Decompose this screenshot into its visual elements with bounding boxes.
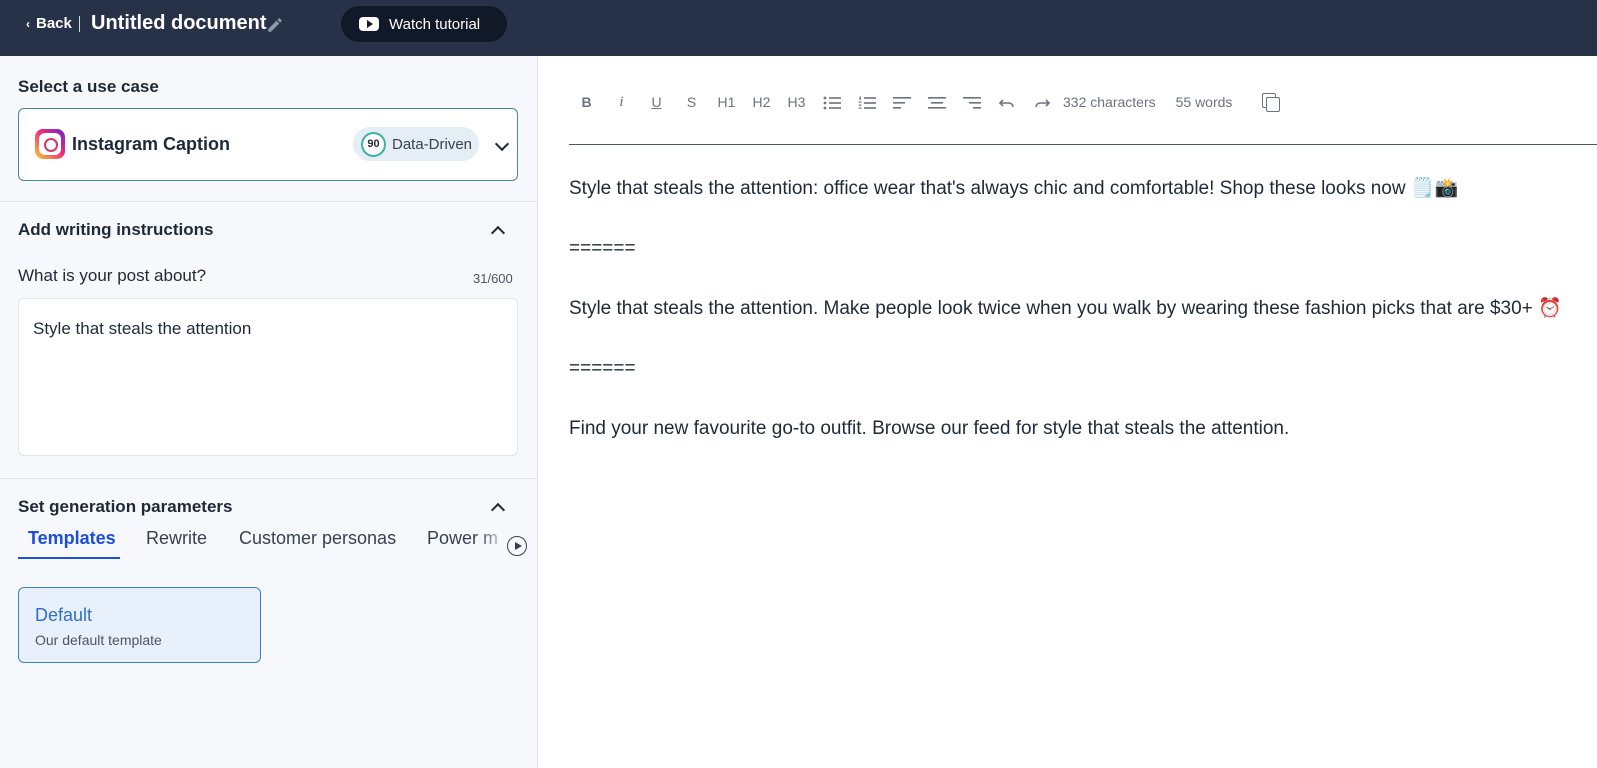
left-panel: Select a use case Instagram Caption 90 D… <box>0 56 538 768</box>
divider <box>0 201 538 202</box>
youtube-icon <box>359 17 379 31</box>
redo-icon[interactable] <box>1024 94 1059 110</box>
template-name: Default <box>35 605 93 625</box>
instructions-section-title: Add writing instructions <box>18 220 214 239</box>
editor-toolbar: B i U S H1 H2 H3 332 characters 55 words <box>569 90 1281 114</box>
chevron-up-icon[interactable] <box>490 502 506 518</box>
separator-line: ====== <box>569 358 636 379</box>
data-driven-badge: 90 Data-Driven <box>353 127 479 161</box>
paragraph: Find your new favourite go-to outfit. Br… <box>569 418 1290 439</box>
template-description: Our default template <box>35 632 162 648</box>
back-button[interactable]: ‹ Back <box>26 15 72 32</box>
post-about-label: What is your post about? <box>18 266 207 285</box>
divider <box>0 478 538 479</box>
parameters-section-title: Set generation parameters <box>18 497 233 516</box>
toolbar-divider <box>569 144 1597 145</box>
char-counter: 31/600 <box>473 271 513 286</box>
instagram-icon <box>35 129 65 159</box>
parameter-tabs: Templates Rewrite Customer personas Powe… <box>18 524 528 560</box>
numbered-list-icon[interactable] <box>849 94 884 110</box>
bold-button[interactable]: B <box>569 94 604 110</box>
active-tab-indicator <box>18 557 120 559</box>
tab-scroll-right-icon[interactable] <box>507 536 527 556</box>
align-center-icon[interactable] <box>919 94 954 110</box>
post-about-input[interactable]: Style that steals the attention <box>18 298 518 456</box>
bullet-list-icon[interactable] <box>814 94 849 110</box>
align-left-icon[interactable] <box>884 94 919 110</box>
heading3-button[interactable]: H3 <box>779 94 814 110</box>
tutorial-label: Watch tutorial <box>389 15 481 33</box>
tab-rewrite[interactable]: Rewrite <box>146 528 207 549</box>
tab-customer-personas[interactable]: Customer personas <box>239 528 396 549</box>
heading1-button[interactable]: H1 <box>709 94 744 110</box>
score-badge: 90 <box>361 131 386 157</box>
chevron-down-icon[interactable] <box>494 136 510 152</box>
paragraph: Style that steals the attention. Make pe… <box>569 298 1562 319</box>
pencil-icon[interactable] <box>266 16 284 34</box>
copy-icon[interactable] <box>1262 93 1281 112</box>
use-case-section-title: Select a use case <box>18 77 159 96</box>
word-count: 55 words <box>1175 94 1233 110</box>
use-case-select[interactable]: Instagram Caption 90 Data-Driven <box>18 108 518 181</box>
underline-button[interactable]: U <box>639 94 674 110</box>
character-count: 332 characters <box>1063 94 1156 110</box>
badge-label: Data-Driven <box>392 135 473 153</box>
paragraph: Style that steals the attention: office … <box>569 178 1459 199</box>
back-label: Back <box>36 15 72 32</box>
editor-panel: B i U S H1 H2 H3 332 characters 55 words <box>539 56 1597 768</box>
separator-line: ====== <box>569 238 636 259</box>
strikethrough-button[interactable]: S <box>674 94 709 110</box>
heading2-button[interactable]: H2 <box>744 94 779 110</box>
chevron-up-icon[interactable] <box>490 225 506 241</box>
template-card-default[interactable]: Default Our default template <box>18 587 261 663</box>
chevron-left-icon: ‹ <box>26 16 30 31</box>
editor-content[interactable]: Style that steals the attention: office … <box>569 174 1569 474</box>
use-case-label: Instagram Caption <box>72 134 231 154</box>
top-bar: ‹ Back Untitled document Watch tutorial <box>0 0 1597 56</box>
tab-templates[interactable]: Templates <box>28 528 116 549</box>
undo-icon[interactable] <box>989 94 1024 110</box>
align-right-icon[interactable] <box>954 94 989 110</box>
italic-button[interactable]: i <box>604 94 639 111</box>
header-separator <box>79 16 80 32</box>
document-title[interactable]: Untitled document <box>91 12 267 35</box>
watch-tutorial-button[interactable]: Watch tutorial <box>341 6 507 42</box>
